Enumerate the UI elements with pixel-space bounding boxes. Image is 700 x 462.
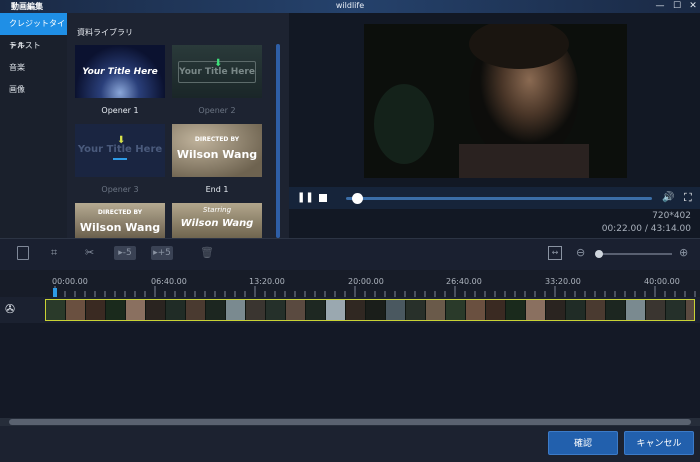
arrow-down-icon: ⬇ (117, 135, 126, 146)
thumb-caption: Opener 3 (101, 185, 139, 194)
arrow-down-icon: ⬇ (214, 58, 223, 69)
ruler-label: 00:00.00 (52, 277, 88, 286)
video-clip[interactable] (45, 299, 695, 321)
library-scrollbar[interactable] (276, 44, 280, 238)
video-editor-window: 動画編集 wildlife — ☐ ✕ クレジットタイトル テキスト 音楽 画像… (0, 0, 700, 462)
close-button[interactable]: ✕ (686, 0, 700, 13)
zoom-in-icon[interactable]: ⊕ (679, 246, 688, 260)
timeline-scrollbar[interactable] (0, 418, 700, 426)
confirm-button[interactable]: 確認 (548, 431, 618, 455)
zoom-out-icon[interactable]: ⊖ (576, 246, 585, 260)
thumb-subtitle-text: DIRECTED BY (194, 136, 240, 143)
thumb-caption: Opener 2 (198, 106, 236, 115)
ruler-label: 13:20.00 (249, 277, 285, 286)
minimize-button[interactable]: — (653, 0, 667, 13)
pause-icon[interactable]: ❚❚ (297, 192, 314, 203)
thumb-title-text: Wilson Wang (180, 218, 254, 229)
crop-icon[interactable]: ⌗ (51, 246, 57, 260)
cancel-button[interactable]: キャンセル (624, 431, 694, 455)
maximize-button[interactable]: ☐ (670, 0, 684, 13)
thumbnail-opener-3[interactable]: Your Title Here ⬇ (75, 124, 165, 177)
delete-icon[interactable]: 🗑 (200, 246, 214, 260)
zoom-handle[interactable] (595, 250, 603, 258)
thumb-caption: Opener 1 (101, 106, 139, 115)
category-text[interactable]: テキスト (0, 35, 67, 57)
ruler-label: 26:40.00 (446, 277, 482, 286)
seek-bar[interactable] (346, 193, 652, 204)
video-frame (364, 24, 627, 178)
stop-icon[interactable] (319, 194, 327, 202)
thumb-subtitle-text: Starring (202, 206, 232, 214)
thumbnail-end-2[interactable]: DIRECTED BY Wilson Wang (75, 203, 165, 238)
volume-icon[interactable]: 🔊 (662, 192, 674, 203)
category-music[interactable]: 音楽 (0, 57, 67, 79)
forward-5-button[interactable]: ▸+5 (151, 246, 173, 260)
fullscreen-icon[interactable]: ⛶ (684, 191, 692, 205)
thumbnail-end-1[interactable]: DIRECTED BY Wilson Wang (172, 124, 262, 177)
zoom-slider[interactable] (595, 250, 672, 258)
ruler-label: 33:20.00 (545, 277, 581, 286)
ruler-label: 06:40.00 (151, 277, 187, 286)
category-list: クレジットタイトル テキスト 音楽 画像 (0, 13, 67, 238)
thumbnail-opener-1[interactable]: Your Title Here (75, 45, 165, 98)
time-label: 00:22.00 / 43:14.00 (601, 224, 691, 234)
rewind-5-button[interactable]: ▸-5 (114, 246, 136, 260)
library-title: 資料ライブラリ (77, 28, 133, 37)
timeline-area (0, 323, 700, 418)
thumbnail-opener-2[interactable]: Your Title Here ⬇ (172, 45, 262, 98)
thumb-title-text: Wilson Wang (79, 221, 161, 234)
thumb-title-text: Your Title Here (82, 67, 158, 77)
thumbnail-end-3[interactable]: Starring Wilson Wang (172, 203, 262, 238)
thumb-title-text: Wilson Wang (176, 148, 258, 161)
cut-icon[interactable]: ✂ (85, 246, 94, 260)
ruler-label: 40:00.00 (644, 277, 680, 286)
save-frame-icon[interactable] (17, 246, 29, 260)
window-title: wildlife (335, 1, 365, 10)
title-bar: 動画編集 wildlife — ☐ ✕ (0, 0, 700, 13)
thumb-subtitle-text: DIRECTED BY (97, 209, 143, 216)
film-reel-icon: ✇ (5, 302, 16, 316)
category-image[interactable]: 画像 (0, 79, 67, 101)
category-credit-title[interactable]: クレジットタイトル (0, 13, 67, 50)
resolution-label: 720*402 (652, 211, 691, 221)
fit-icon[interactable]: ↔ (548, 246, 562, 260)
ruler-label: 20:00.00 (348, 277, 384, 286)
thumb-caption: End 1 (205, 185, 229, 194)
